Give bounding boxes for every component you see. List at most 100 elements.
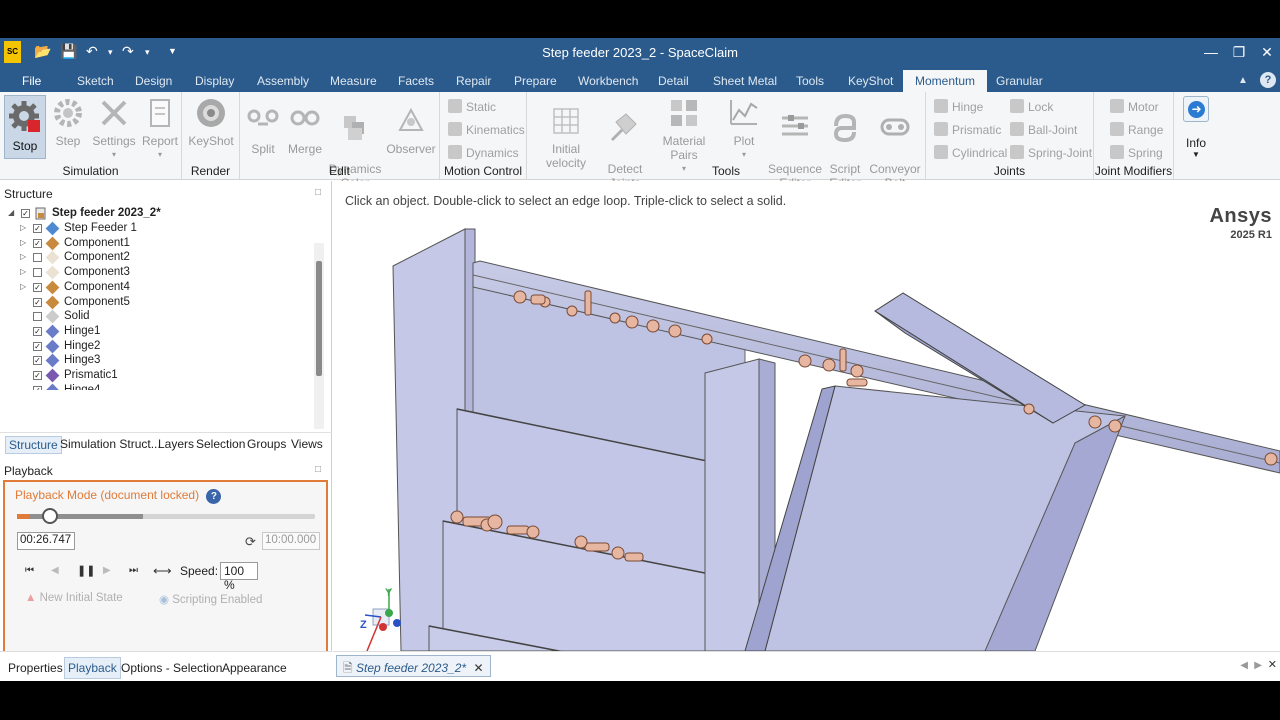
- pause-icon[interactable]: ❚❚: [77, 564, 95, 577]
- tab-keyshot[interactable]: KeyShot: [848, 74, 893, 88]
- expand-arrow-icon[interactable]: ▷: [20, 267, 28, 276]
- minimize-button[interactable]: —: [1200, 42, 1222, 62]
- scroll-left-icon[interactable]: ◀: [1240, 660, 1248, 671]
- split-button[interactable]: Split: [246, 104, 280, 156]
- spring-option[interactable]: Spring: [1110, 145, 1163, 160]
- tab-sketch[interactable]: Sketch: [77, 74, 114, 88]
- close-button[interactable]: ✕: [1256, 42, 1278, 62]
- tab-detail[interactable]: Detail: [658, 74, 689, 88]
- tab-repair[interactable]: Repair: [456, 74, 491, 88]
- stop-button[interactable]: Stop: [4, 95, 46, 159]
- visibility-checkbox[interactable]: ✓: [33, 282, 42, 292]
- visibility-checkbox[interactable]: ✓: [33, 371, 42, 380]
- tab-design[interactable]: Design: [135, 74, 172, 88]
- ball-joint-option[interactable]: Ball-Joint: [1010, 122, 1077, 137]
- tab-workbench[interactable]: Workbench: [578, 74, 638, 88]
- range-arrow-icon[interactable]: ⟷: [153, 563, 172, 579]
- tab-assembly[interactable]: Assembly: [257, 74, 309, 88]
- document-close-icon[interactable]: ✕: [473, 661, 483, 675]
- range-option[interactable]: Range: [1110, 122, 1163, 137]
- step-button[interactable]: Step: [50, 96, 86, 148]
- root-checkbox[interactable]: ✓: [21, 209, 30, 218]
- keyshot-button[interactable]: KeyShot: [188, 96, 234, 148]
- collapse-ribbon-icon[interactable]: ▲: [1238, 75, 1248, 86]
- playback-pin-icon[interactable]: □: [315, 464, 321, 475]
- tab-momentum[interactable]: Momentum: [903, 70, 988, 92]
- tab-display[interactable]: Display: [195, 74, 234, 88]
- end-time-field[interactable]: 10:00.000: [262, 532, 320, 550]
- expand-arrow-icon[interactable]: ▷: [20, 238, 28, 247]
- restore-button[interactable]: ❐: [1228, 42, 1250, 62]
- lock-option[interactable]: Lock: [1010, 99, 1053, 114]
- scripting-enabled-button[interactable]: ◉ Scripting Enabled: [159, 592, 262, 606]
- tab-views[interactable]: Views: [291, 437, 323, 451]
- model-scene[interactable]: [335, 181, 1280, 651]
- new-initial-state-button[interactable]: ▲ New Initial State: [25, 592, 123, 604]
- tab-granular[interactable]: Granular: [996, 74, 1043, 88]
- timeline-thumb[interactable]: [41, 508, 58, 524]
- 3d-viewport[interactable]: Click an object. Double-click to select …: [335, 181, 1280, 651]
- timeline-slider[interactable]: [17, 508, 315, 524]
- loop-icon[interactable]: ⟳: [245, 534, 256, 550]
- visibility-checkbox[interactable]: ✓: [33, 238, 42, 248]
- report-button[interactable]: Report ▾: [140, 96, 180, 162]
- info-button[interactable]: ➜ Info ▼: [1181, 96, 1211, 159]
- tab-selection[interactable]: Selection: [196, 437, 245, 451]
- expand-arrow-icon[interactable]: ▷: [20, 223, 28, 232]
- merge-button[interactable]: Merge: [286, 104, 324, 156]
- expand-arrow-icon[interactable]: ▷: [20, 282, 28, 291]
- tab-facets[interactable]: Facets: [398, 74, 434, 88]
- plot-button[interactable]: Plot ▾: [725, 96, 763, 162]
- visibility-checkbox[interactable]: [33, 253, 42, 263]
- collapse-arrow-icon[interactable]: ◢: [8, 208, 16, 217]
- motor-option[interactable]: Motor: [1110, 99, 1159, 114]
- current-time-field[interactable]: 00:26.747: [17, 532, 75, 550]
- help-circle-icon[interactable]: ?: [206, 489, 222, 504]
- visibility-checkbox[interactable]: ✓: [33, 385, 42, 390]
- tab-measure[interactable]: Measure: [330, 74, 377, 88]
- spring-joint-option[interactable]: Spring-Joint: [1010, 145, 1092, 160]
- tab-file[interactable]: File: [22, 74, 41, 88]
- tab-sheet-metal[interactable]: Sheet Metal: [713, 74, 777, 88]
- help-icon[interactable]: ?: [1260, 72, 1276, 88]
- cylindrical-option[interactable]: Cylindrical: [934, 145, 1007, 160]
- visibility-checkbox[interactable]: ✓: [33, 297, 42, 307]
- tab-prepare[interactable]: Prepare: [514, 74, 557, 88]
- skip-to-end-icon[interactable]: ⏭: [129, 565, 138, 576]
- scroll-right-icon[interactable]: ▶: [1254, 660, 1262, 671]
- tab-playback[interactable]: Playback: [64, 657, 121, 679]
- document-tab[interactable]: 🗎 Step feeder 2023_2* ✕: [336, 655, 491, 677]
- expand-arrow-icon[interactable]: ▷: [20, 252, 28, 261]
- tab-tools[interactable]: Tools: [796, 74, 824, 88]
- step-forward-icon[interactable]: ▶: [103, 565, 111, 576]
- visibility-checkbox[interactable]: ✓: [33, 224, 42, 233]
- visibility-checkbox[interactable]: ✓: [33, 341, 42, 351]
- kinematics-option[interactable]: Kinematics: [448, 122, 525, 137]
- initial-velocity-button[interactable]: Initial velocity: [531, 104, 601, 170]
- pin-icon[interactable]: □: [315, 187, 321, 198]
- visibility-checkbox[interactable]: [33, 268, 42, 278]
- tab-options-selection[interactable]: Options - Selection: [121, 661, 222, 675]
- tab-properties[interactable]: Properties: [8, 661, 63, 675]
- step-back-icon[interactable]: ◀: [51, 565, 59, 576]
- visibility-checkbox[interactable]: ✓: [33, 326, 42, 336]
- dynamics-option[interactable]: Dynamics: [448, 145, 519, 160]
- hinge-option[interactable]: Hinge: [934, 99, 983, 114]
- speed-field[interactable]: 100 %: [220, 562, 258, 592]
- skip-to-start-icon[interactable]: ⏮: [25, 565, 34, 576]
- static-option[interactable]: Static: [448, 99, 496, 114]
- tree-scroll-thumb[interactable]: [316, 261, 322, 376]
- tab-layers[interactable]: Layers: [158, 437, 194, 451]
- right-pillar[interactable]: [704, 358, 760, 651]
- tree-scrollbar[interactable]: [314, 243, 324, 429]
- tab-structure[interactable]: Structure: [5, 436, 62, 454]
- tab-appearance[interactable]: Appearance: [222, 661, 287, 675]
- tab-simulation-structure[interactable]: Simulation Struct...: [60, 437, 161, 451]
- tab-groups[interactable]: Groups: [247, 437, 286, 451]
- close-all-icon[interactable]: ✕: [1268, 658, 1277, 671]
- settings-button[interactable]: Settings ▾: [92, 96, 136, 162]
- prismatic-option[interactable]: Prismatic: [934, 122, 1001, 137]
- visibility-checkbox[interactable]: ✓: [33, 356, 42, 366]
- observer-button[interactable]: Observer: [386, 104, 436, 156]
- visibility-checkbox[interactable]: [33, 312, 42, 322]
